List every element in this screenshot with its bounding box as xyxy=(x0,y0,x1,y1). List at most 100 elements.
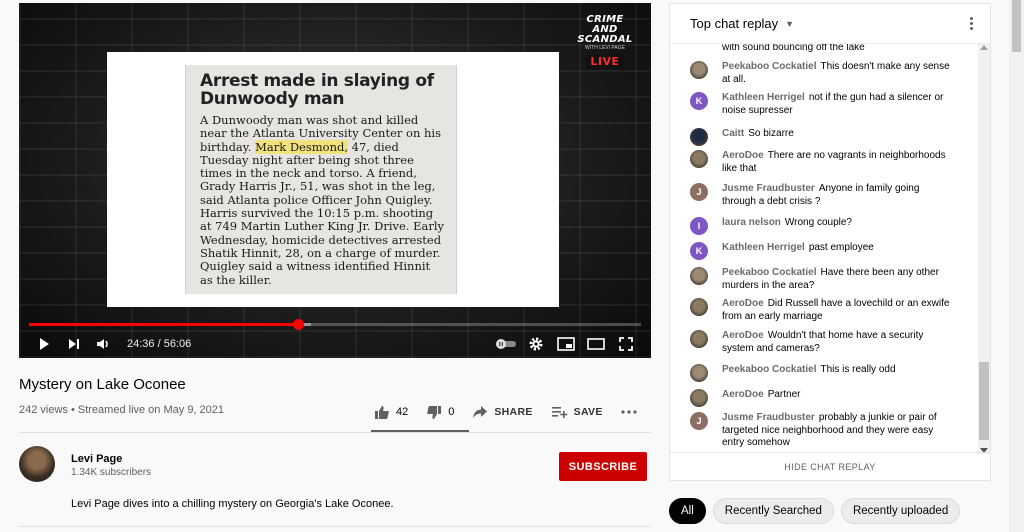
chat-author-avatar[interactable] xyxy=(690,150,708,168)
page-scroll-thumb[interactable] xyxy=(1012,0,1021,52)
related-filter-chips: All Recently Searched Recently uploaded xyxy=(669,498,961,524)
chat-message-list[interactable]: with sound bouncing off the lake Peekabo… xyxy=(670,44,978,454)
chat-author-name[interactable]: Caitt xyxy=(722,128,744,139)
chat-author-avatar[interactable] xyxy=(690,128,708,146)
skip-next-icon xyxy=(69,338,79,349)
chat-scrollbar[interactable] xyxy=(978,44,990,454)
volume-button[interactable] xyxy=(89,329,119,358)
chat-message: Peekaboo Cockatiel This doesn't make any … xyxy=(670,61,978,86)
subscriber-count: 1.34K subscribers xyxy=(71,467,152,478)
chat-message-text: This is really odd xyxy=(820,364,896,375)
like-count: 42 xyxy=(396,406,409,418)
chat-author-avatar[interactable] xyxy=(690,61,708,79)
chat-scroll-thumb[interactable] xyxy=(979,362,989,440)
chat-author-name[interactable]: Kathleen Herrigel xyxy=(722,242,805,253)
chat-message: AeroDoe Wouldn't that home have a securit… xyxy=(670,330,978,355)
thumbs-down-icon xyxy=(427,405,442,419)
chat-author-avatar[interactable] xyxy=(690,330,708,348)
share-button[interactable]: SHARE xyxy=(472,405,532,419)
like-button[interactable]: 42 xyxy=(374,405,408,420)
more-actions-button[interactable] xyxy=(621,410,637,414)
save-button[interactable]: SAVE xyxy=(551,405,603,419)
chat-message-text: So bizarre xyxy=(748,128,794,139)
settings-button[interactable] xyxy=(521,329,551,358)
chat-author-avatar[interactable]: K xyxy=(690,92,708,110)
chat-message: Caitt So bizarre xyxy=(670,128,978,146)
chat-message: l laura nelson Wrong couple? xyxy=(670,217,978,235)
chat-message: AeroDoe Did Russell have a lovechild or a… xyxy=(670,298,978,323)
chat-author-name[interactable]: AeroDoe xyxy=(722,389,764,400)
youtube-watch-page: Arrest made in slaying of Dunwoody man A… xyxy=(0,0,1024,532)
thumbs-up-icon xyxy=(375,405,389,419)
theater-icon xyxy=(587,337,605,350)
autoplay-toggle[interactable] xyxy=(491,329,521,358)
chat-author-name[interactable]: AeroDoe xyxy=(722,330,764,341)
chat-header: Top chat replay ▼ xyxy=(670,4,990,44)
chat-author-avatar[interactable] xyxy=(690,389,708,407)
scroll-up-arrow-icon[interactable] xyxy=(980,45,988,50)
divider xyxy=(19,526,651,527)
chat-author-name[interactable]: laura nelson xyxy=(722,217,781,228)
volume-icon xyxy=(97,338,108,349)
more-vert-icon[interactable] xyxy=(965,17,977,30)
chat-author-avatar[interactable]: K xyxy=(690,242,708,260)
chat-author-avatar[interactable]: l xyxy=(690,217,708,235)
video-player[interactable]: Arrest made in slaying of Dunwoody man A… xyxy=(19,3,651,358)
filter-chip[interactable]: All xyxy=(669,498,706,524)
chat-author-name[interactable]: Jusme Fraudbuster xyxy=(722,183,815,194)
dislike-count: 0 xyxy=(448,406,455,418)
player-controls: 24:36 / 56:06 xyxy=(19,329,651,358)
gear-icon xyxy=(529,337,543,350)
chat-message: Peekaboo Cockatiel This is really odd xyxy=(670,364,978,382)
channel-watermark: CRIME AND SCANDAL WITH LEVI PAGE LIVE xyxy=(577,14,633,69)
chat-message: Peekaboo Cockatiel Have there been any ot… xyxy=(670,267,978,292)
page-scrollbar[interactable] xyxy=(1009,0,1024,532)
chat-author-name[interactable]: Peekaboo Cockatiel xyxy=(722,267,816,278)
chat-message: AeroDoe There are no vagrants in neighbor… xyxy=(670,150,978,175)
chat-author-name[interactable]: AeroDoe xyxy=(722,150,764,161)
progress-bar[interactable] xyxy=(29,319,641,330)
chat-author-avatar[interactable]: J xyxy=(690,412,708,430)
chat-author-avatar[interactable] xyxy=(690,267,708,285)
chat-message: J Jusme Fraudbuster Anyone in family going… xyxy=(670,183,978,208)
playlist-add-icon xyxy=(551,407,567,418)
chat-author-name[interactable]: Kathleen Herrigel xyxy=(722,92,805,103)
chat-message: K Kathleen Herrigel not if the gun had a s… xyxy=(670,92,978,117)
chat-author-name[interactable]: Peekaboo Cockatiel xyxy=(722,61,816,72)
fullscreen-icon xyxy=(619,336,633,351)
chat-author-avatar[interactable]: J xyxy=(690,183,708,201)
next-button[interactable] xyxy=(59,329,89,358)
clipping-headline: Arrest made in slaying of Dunwoody man xyxy=(200,71,434,109)
chat-author-name[interactable]: Peekaboo Cockatiel xyxy=(722,364,816,375)
chat-message: K Kathleen Herrigel past employee xyxy=(670,242,978,260)
progress-played xyxy=(29,323,299,326)
chat-author-name[interactable]: Jusme Fraudbuster xyxy=(722,412,815,423)
chat-author-avatar[interactable] xyxy=(690,298,708,316)
live-badge: LIVE xyxy=(586,55,624,69)
channel-avatar[interactable] xyxy=(19,446,55,482)
channel-name[interactable]: Levi Page xyxy=(71,453,122,465)
chat-author-name[interactable]: AeroDoe xyxy=(722,298,764,309)
play-button[interactable] xyxy=(29,329,59,358)
video-description: Levi Page dives into a chilling mystery … xyxy=(71,498,394,510)
autoplay-toggle-icon xyxy=(496,338,516,349)
chat-message: AeroDoe Partner xyxy=(670,389,978,407)
chat-author-avatar[interactable] xyxy=(690,364,708,382)
hide-chat-replay-button[interactable]: HIDE CHAT REPLAY xyxy=(784,462,875,472)
divider xyxy=(19,432,651,433)
miniplayer-button[interactable] xyxy=(551,329,581,358)
chat-message-text: past employee xyxy=(808,242,874,253)
dislike-button[interactable]: 0 xyxy=(426,405,454,420)
chat-message-partial: with sound bouncing off the lake xyxy=(722,44,865,53)
filter-chip[interactable]: Recently Searched xyxy=(712,498,834,524)
chat-message: J Jusme Fraudbuster probably a junkie or p… xyxy=(670,412,978,450)
more-horizontal-icon xyxy=(621,410,637,414)
newspaper-clipping: Arrest made in slaying of Dunwoody man A… xyxy=(185,65,457,294)
theater-mode-button[interactable] xyxy=(581,329,611,358)
fullscreen-button[interactable] xyxy=(611,329,641,358)
chevron-down-icon[interactable]: ▼ xyxy=(785,19,794,29)
subscribe-button[interactable]: SUBSCRIBE xyxy=(559,452,647,481)
chat-message-text: Partner xyxy=(767,389,801,400)
chat-mode-selector[interactable]: Top chat replay xyxy=(690,16,778,31)
filter-chip[interactable]: Recently uploaded xyxy=(840,498,961,524)
